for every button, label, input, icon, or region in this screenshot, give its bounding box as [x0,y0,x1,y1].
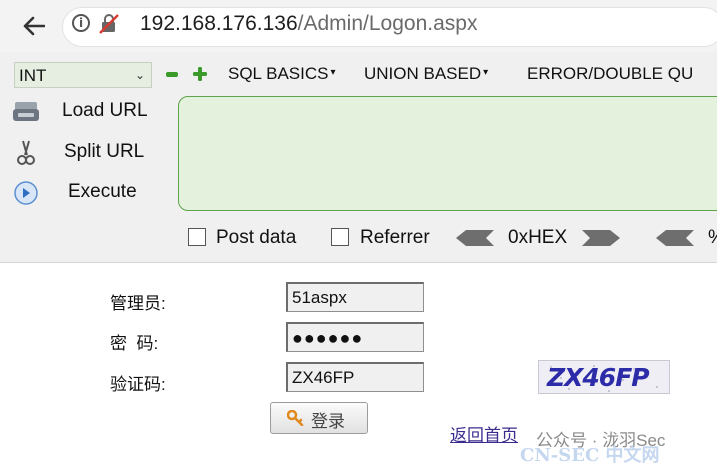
injection-type-value: INT [19,66,47,85]
password-input[interactable]: ●●●●●● [286,322,424,352]
back-arrow-icon [23,16,45,36]
post-data-label: Post data [216,227,297,248]
menu-sql-basics[interactable]: SQL BASICS ▾ [228,64,336,84]
menu-sql-basics-label: SQL BASICS [228,64,329,83]
hex-encode-arrow-icon[interactable] [582,230,620,246]
password-label: 密 码: [110,334,159,353]
minus-icon[interactable] [166,72,178,77]
not-secure-icon[interactable] [98,13,120,35]
hex-decode-arrow-icon[interactable] [456,230,494,246]
captcha-text: ZX46FP [547,363,650,392]
url-path: /Admin/Logon.aspx [297,12,478,35]
url-textarea[interactable] [178,96,717,211]
url-text[interactable]: 192.168.176.136/Admin/Logon.aspx [140,12,477,36]
scissors-icon [17,140,35,165]
username-input[interactable]: 51aspx [286,282,424,312]
menu-error-double-query[interactable]: ERROR/DOUBLE QU [527,64,693,84]
referrer-label: Referrer [360,227,430,248]
caret-icon: ▾ [330,67,336,78]
plus-icon[interactable] [193,67,207,81]
key-icon [287,410,304,426]
load-url-label: Load URL [62,100,148,121]
address-bar: i 192.168.176.136/Admin/Logon.aspx [0,0,717,52]
password-value: ●●●●●● [292,328,364,348]
hex-label: 0xHEX [508,227,568,248]
load-url-icon [13,102,39,121]
admin-label: 管理员: [110,294,166,313]
chevron-down-icon: ⌄ [134,68,145,82]
back-home-link[interactable]: 返回首页 [450,421,518,446]
username-value: 51aspx [292,288,347,307]
referrer-checkbox[interactable] [331,228,349,246]
captcha-value: ZX46FP [292,368,355,387]
menu-error-double-query-label: ERROR/DOUBLE QU [527,64,694,83]
caret-icon: ▾ [483,67,489,78]
captcha-label: 验证码: [110,375,166,394]
captcha-image[interactable]: ZX46FP [538,360,670,394]
play-icon [14,181,38,205]
injection-type-select[interactable]: INT ⌄ [14,62,152,88]
split-url-button[interactable]: Split URL [12,138,162,168]
login-label: 登录 [311,412,345,431]
info-icon[interactable]: i [72,14,90,32]
url-host: 192.168.176.136 [140,12,298,35]
login-button[interactable]: 登录 [270,402,368,434]
menu-union-based[interactable]: UNION BASED ▾ [364,64,488,84]
execute-button[interactable]: Execute [12,178,162,208]
execute-label: Execute [68,181,137,202]
watermark-logo-text: CN-SEC 中文网 [520,445,660,466]
post-data-checkbox[interactable] [188,228,206,246]
back-button[interactable] [14,7,54,45]
load-url-button[interactable]: Load URL [12,97,162,127]
captcha-input[interactable]: ZX46FP [286,362,424,392]
split-url-label: Split URL [64,141,145,162]
menu-union-based-label: UNION BASED [364,64,482,83]
url-encode-label: % [708,227,717,249]
url-decode-arrow-icon[interactable] [656,230,694,246]
